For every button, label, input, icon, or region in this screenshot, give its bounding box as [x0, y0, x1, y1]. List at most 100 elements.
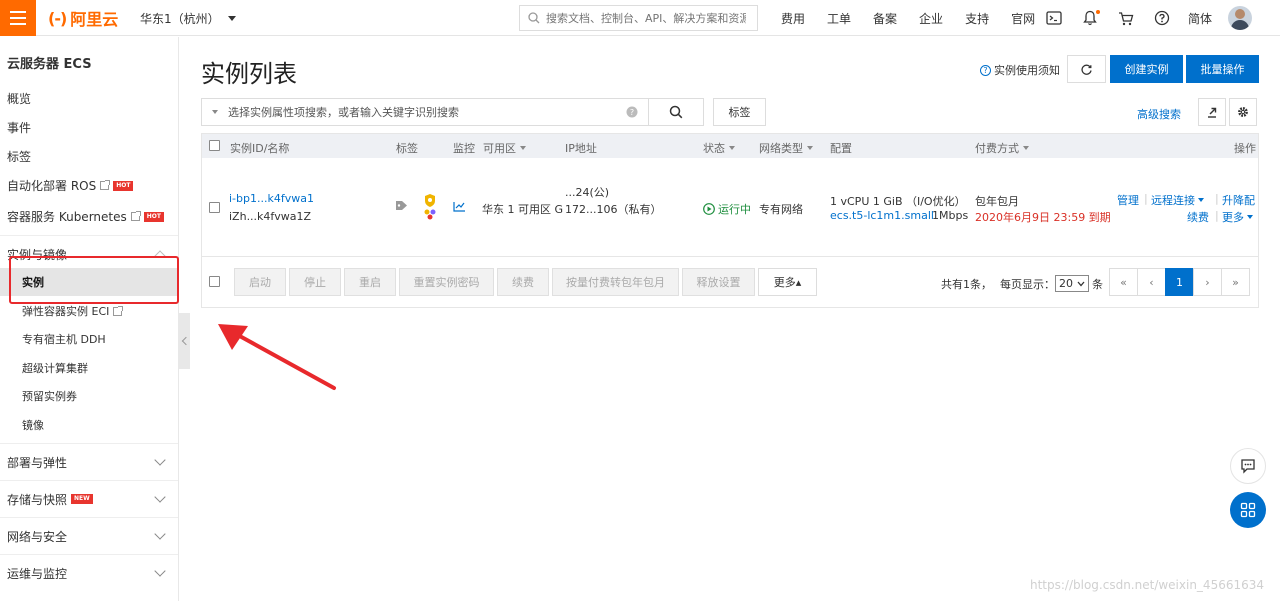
sidebar-group-network-security[interactable]: 网络与安全	[0, 517, 178, 554]
release-settings-button[interactable]: 释放设置	[682, 268, 755, 296]
hot-badge: HOT	[143, 211, 164, 222]
aliyun-logo[interactable]: (-) 阿里云	[48, 7, 118, 30]
manage-link[interactable]: 管理	[1117, 192, 1139, 208]
caret-down-icon	[807, 146, 813, 150]
export-icon	[1208, 107, 1217, 118]
security-badge-icon[interactable]	[423, 193, 437, 224]
stop-button[interactable]: 停止	[289, 268, 341, 296]
chevron-left-icon	[181, 336, 191, 346]
nav-fees[interactable]: 费用	[770, 10, 816, 27]
global-search-input[interactable]	[546, 11, 746, 25]
select-all-checkbox[interactable]	[209, 140, 220, 151]
next-page-button[interactable]: ›	[1193, 268, 1222, 296]
sidebar-item-ddh[interactable]: 专有宿主机 DDH	[0, 325, 178, 353]
bell-icon[interactable]	[1080, 8, 1100, 28]
global-search[interactable]	[519, 5, 758, 31]
first-page-button[interactable]: «	[1109, 268, 1138, 296]
language-switch[interactable]: 简体	[1188, 10, 1212, 27]
sidebar-item-reserved-instances[interactable]: 预留实例券	[0, 382, 178, 410]
table-row: i-bp1...k4fvwa1 iZh...k4fvwa1Z 华东 1 可用区 …	[202, 158, 1258, 257]
page-1-button[interactable]: 1	[1165, 268, 1194, 296]
remote-connect-dropdown[interactable]: 远程连接	[1151, 192, 1204, 208]
tag-icon[interactable]	[395, 200, 408, 214]
tag-filter-button[interactable]: 标签	[713, 98, 766, 126]
start-button[interactable]: 启动	[234, 268, 286, 296]
nav-enterprise[interactable]: 企业	[908, 10, 954, 27]
private-ip: 172...106（私有）	[565, 203, 662, 216]
renew-link[interactable]: 续费	[1187, 209, 1209, 225]
nav-support[interactable]: 支持	[954, 10, 1000, 27]
refresh-button[interactable]	[1067, 55, 1106, 83]
sidebar-group-ops-monitoring[interactable]: 运维与监控	[0, 554, 178, 591]
chevron-down-icon	[154, 528, 166, 540]
sidebar-item-label: 镜像	[22, 419, 44, 432]
prev-page-button[interactable]: ‹	[1137, 268, 1166, 296]
col-zone[interactable]: 可用区	[483, 140, 526, 156]
sidebar-item-ros[interactable]: 自动化部署 ROS HOT	[7, 177, 134, 194]
sidebar-collapse-handle[interactable]	[179, 313, 191, 369]
monitor-chart-icon[interactable]	[453, 201, 466, 215]
chat-button[interactable]	[1230, 448, 1266, 484]
group-label: 运维与监控	[7, 566, 68, 581]
sidebar-item-scc[interactable]: 超级计算集群	[0, 354, 178, 382]
avatar[interactable]	[1228, 6, 1253, 30]
nav-tickets[interactable]: 工单	[816, 10, 862, 27]
external-link-icon	[113, 305, 124, 316]
page-size-select[interactable]: 20	[1055, 275, 1089, 292]
top-nav: 费用 工单 备案 企业 支持 官网	[770, 0, 1046, 36]
cart-icon[interactable]	[1116, 8, 1136, 28]
batch-operations-button[interactable]: 批量操作	[1186, 55, 1259, 83]
group-label: 部署与弹性	[7, 455, 68, 470]
terminal-icon[interactable]	[1044, 8, 1064, 28]
create-instance-button[interactable]: 创建实例	[1110, 55, 1183, 83]
restart-button[interactable]: 重启	[344, 268, 396, 296]
sidebar-item-events[interactable]: 事件	[7, 119, 31, 136]
renew-button[interactable]: 续费	[497, 268, 549, 296]
per-page-unit: 条	[1092, 277, 1103, 291]
col-network[interactable]: 网络类型	[759, 140, 813, 156]
menu-icon[interactable]	[0, 0, 36, 36]
col-actions: 操作	[1234, 142, 1256, 155]
last-page-button[interactable]: »	[1221, 268, 1250, 296]
sidebar-item-kubernetes[interactable]: 容器服务 Kubernetes HOT	[7, 208, 164, 225]
sidebar-item-label: 弹性容器实例 ECI	[22, 305, 110, 318]
per-page-label: 每页显示：	[1000, 277, 1055, 291]
footer-more-button[interactable]: 更多▴	[758, 268, 817, 296]
search-button[interactable]	[648, 98, 704, 126]
remote-connect-label: 远程连接	[1151, 194, 1195, 207]
export-button[interactable]	[1198, 98, 1226, 126]
nav-official-site[interactable]: 官网	[1000, 10, 1046, 27]
advanced-search-link[interactable]: 高级搜索	[1137, 106, 1181, 122]
sidebar-group-deploy-elastic[interactable]: 部署与弹性	[0, 443, 178, 480]
row-checkbox[interactable]	[209, 202, 220, 213]
sidebar-item-images[interactable]: 镜像	[0, 411, 178, 439]
top-icons: 简体	[1044, 0, 1253, 36]
col-status[interactable]: 状态	[703, 140, 735, 156]
caret-down-icon	[1198, 198, 1204, 202]
settings-button[interactable]	[1229, 98, 1257, 126]
instance-usage-notes-link[interactable]: ? 实例使用须知	[980, 62, 1060, 78]
filter-help-icon[interactable]: ?	[626, 106, 638, 121]
sidebar-group-storage-snapshots[interactable]: 存储与快照 NEW	[0, 480, 178, 517]
instance-type-link[interactable]: ecs.t5-lc1m1.small	[830, 209, 934, 222]
col-payment[interactable]: 付费方式	[975, 140, 1029, 156]
pagination-summary: 共有1条， 每页显示： 20 条	[941, 275, 1103, 292]
payment-type: 包年包月	[975, 195, 1019, 208]
sidebar-item-overview[interactable]: 概览	[7, 90, 31, 107]
caret-down-icon	[729, 146, 735, 150]
convert-to-subscription-button[interactable]: 按量付费转包年包月	[552, 268, 679, 296]
instance-id-link[interactable]: i-bp1...k4fvwa1	[229, 192, 314, 205]
instance-filter-input[interactable]: 选择实例属性项搜索，或者输入关键字识别搜索 ?	[201, 98, 649, 126]
apps-button[interactable]	[1230, 492, 1266, 528]
resize-link[interactable]: 升降配	[1222, 192, 1255, 208]
sidebar-item-tags[interactable]: 标签	[7, 148, 31, 165]
gear-icon	[1238, 107, 1248, 117]
sidebar: 云服务器 ECS 概览 事件 标签 自动化部署 ROS HOT 容器服务 Kub…	[0, 37, 179, 601]
reset-password-button[interactable]: 重置实例密码	[399, 268, 494, 296]
help-icon[interactable]	[1152, 8, 1172, 28]
nav-icp[interactable]: 备案	[862, 10, 908, 27]
region-selector[interactable]: 华东1（杭州）	[140, 10, 236, 27]
new-badge: NEW	[71, 494, 93, 504]
footer-select-all-checkbox[interactable]	[209, 276, 220, 287]
more-actions-dropdown[interactable]: 更多	[1222, 209, 1253, 225]
